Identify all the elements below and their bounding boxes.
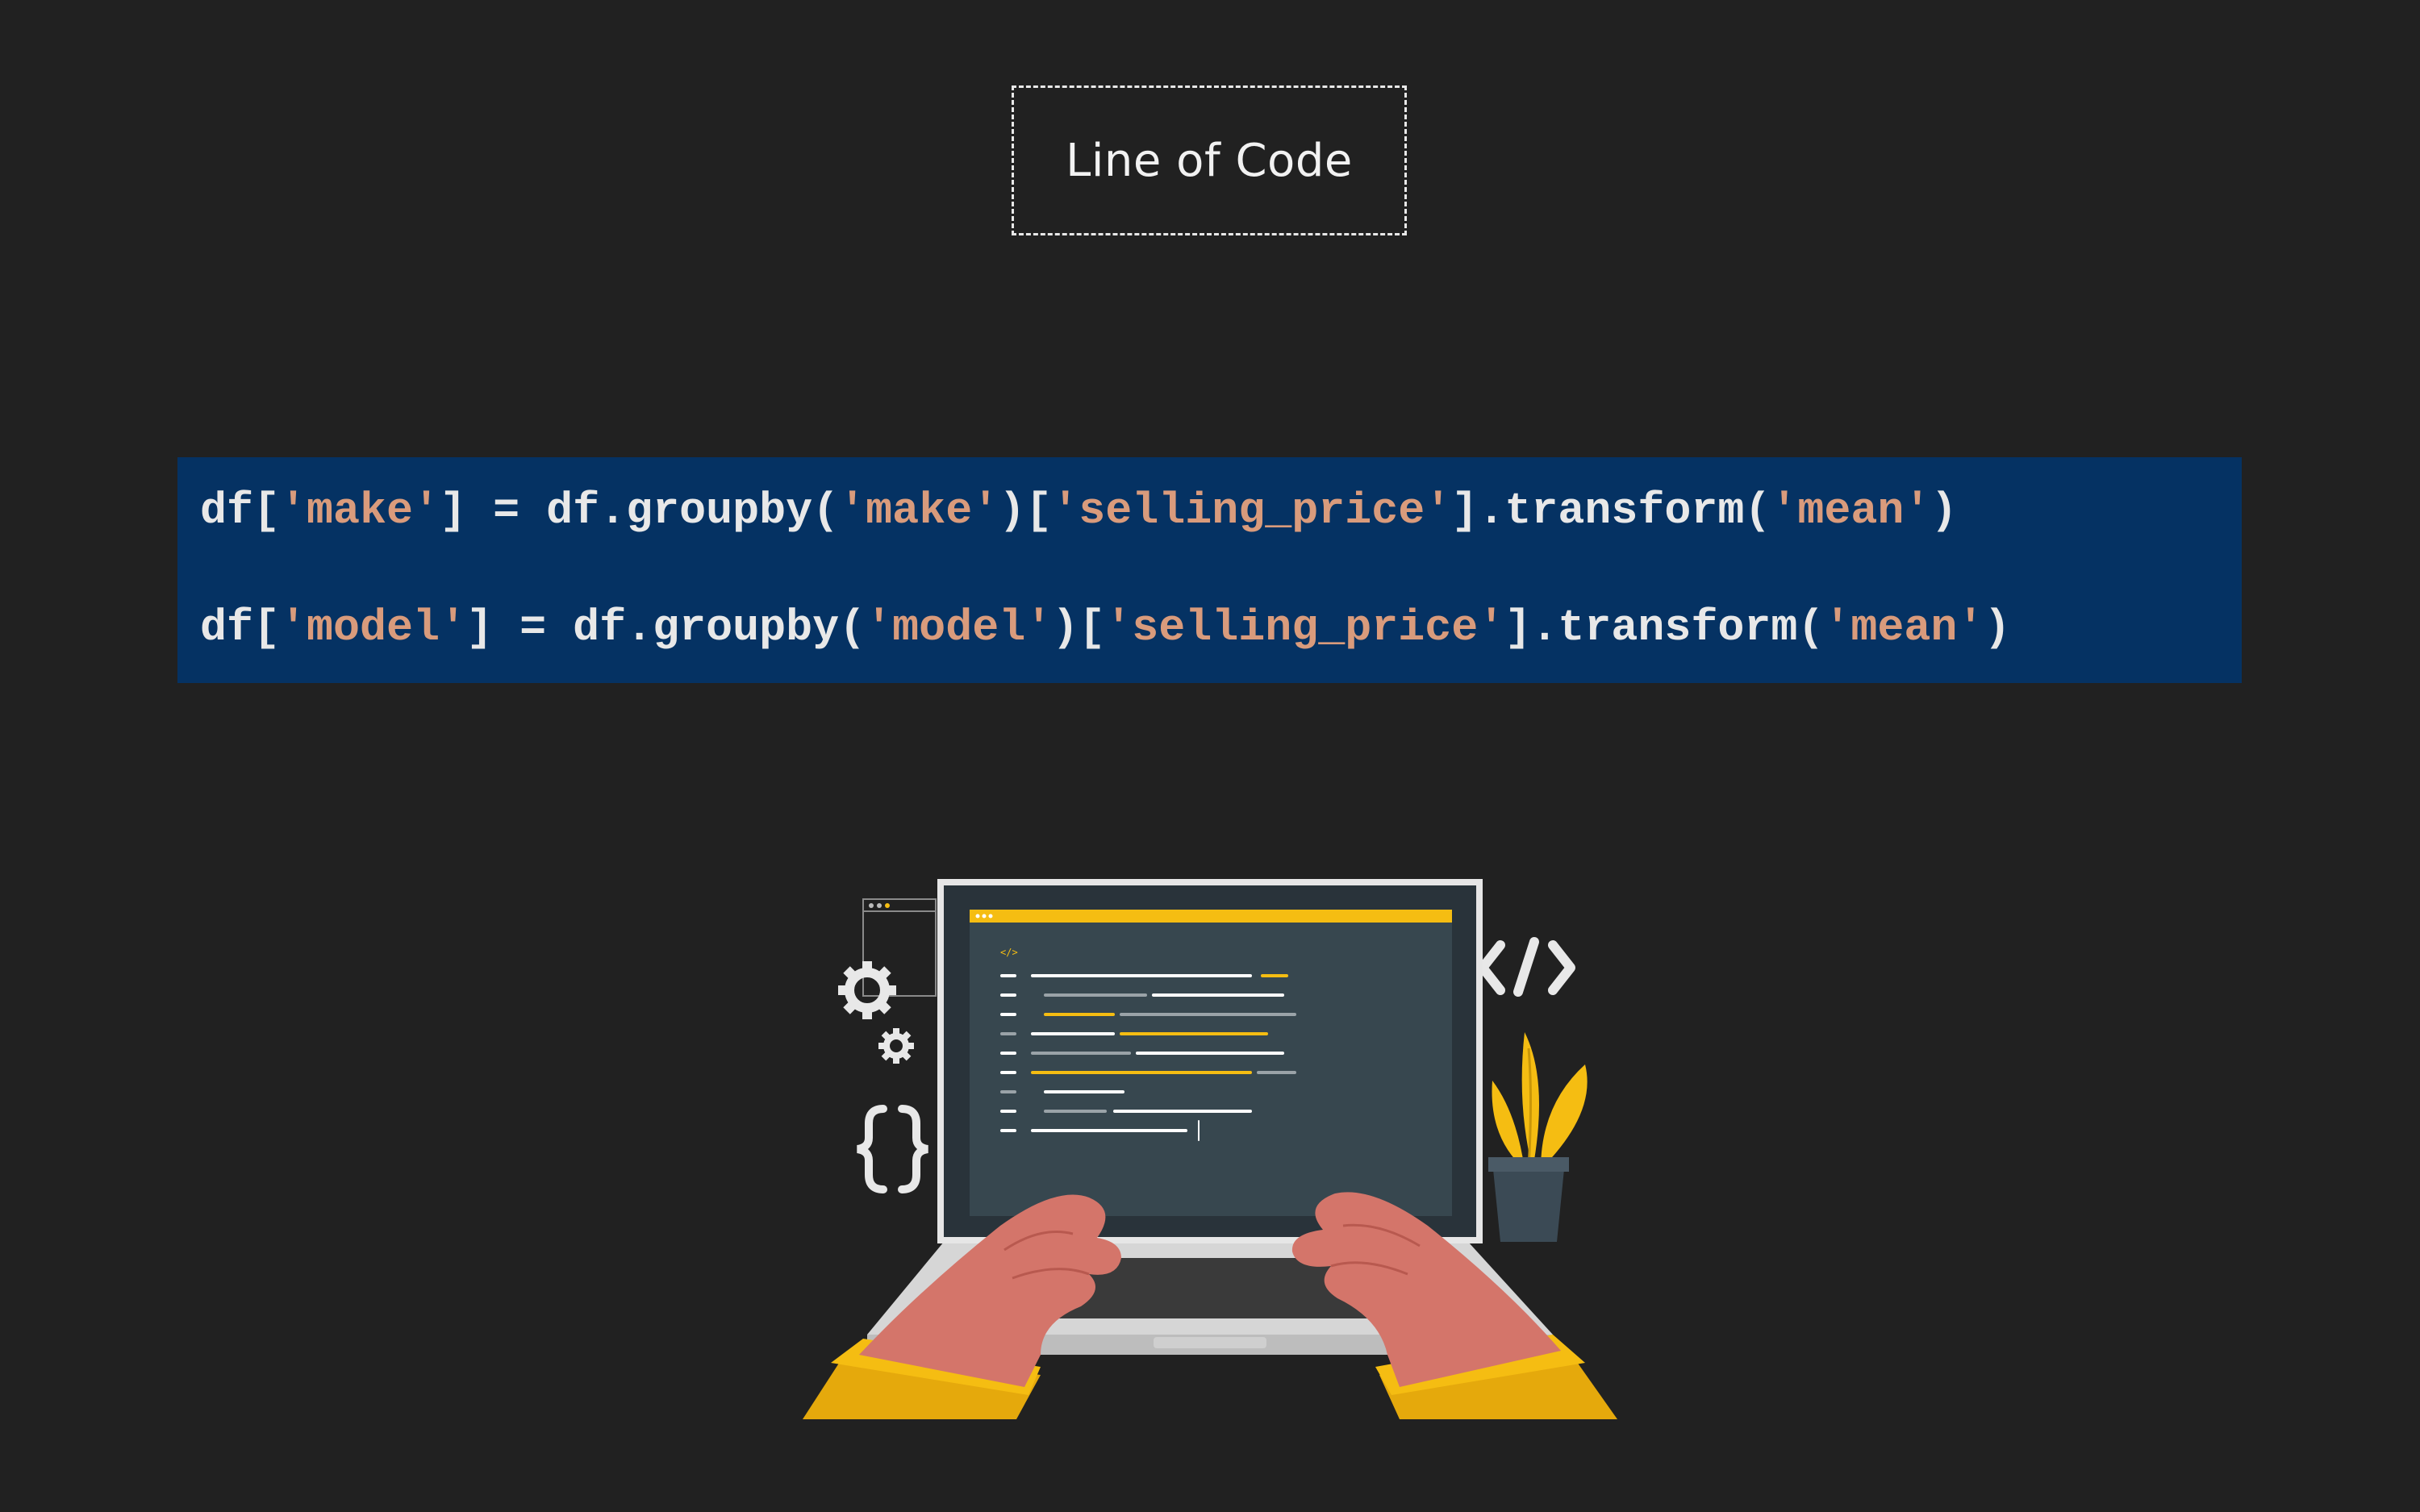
code-token: df[ <box>200 602 281 653</box>
code-token: ) <box>1930 485 1958 536</box>
code-token: ].transform( <box>1504 602 1825 653</box>
plant-icon <box>1488 1032 1588 1242</box>
code-token: )[ <box>999 485 1053 536</box>
code-string-token: 'make' <box>839 485 999 536</box>
page-title: Line of Code <box>1066 134 1353 187</box>
code-token: )[ <box>1052 602 1106 653</box>
code-line-2: df['model'] = df.groupby('model')['selli… <box>200 606 2010 650</box>
title-box: Line of Code <box>1012 85 1407 235</box>
curly-braces-icon <box>857 1105 928 1193</box>
code-string-token: 'mean' <box>1824 602 1984 653</box>
code-string-token: 'mean' <box>1771 485 1931 536</box>
code-token: ].transform( <box>1451 485 1771 536</box>
code-token: ) <box>1984 602 2011 653</box>
code-string-token: 'selling_price' <box>1105 602 1505 653</box>
small-gear-icon <box>878 1028 914 1064</box>
gear-icon <box>838 961 896 1019</box>
code-panel: df['make'] = df.groupby('make')['selling… <box>177 457 2242 683</box>
code-token: df[ <box>200 485 281 536</box>
code-token: ] = df.groupby( <box>466 602 866 653</box>
code-string-token: 'model' <box>866 602 1053 653</box>
code-tag-icon <box>1478 937 1575 997</box>
svg-text:</>: </> <box>1000 947 1018 958</box>
developer-laptop-illustration: </> <box>803 879 1617 1419</box>
code-string-token: 'make' <box>280 485 440 536</box>
browser-window-icon <box>862 898 937 997</box>
code-line-1: df['make'] = df.groupby('make')['selling… <box>200 489 1957 533</box>
code-token: ] = df.groupby( <box>440 485 840 536</box>
code-string-token: 'selling_price' <box>1052 485 1452 536</box>
code-string-token: 'model' <box>280 602 467 653</box>
